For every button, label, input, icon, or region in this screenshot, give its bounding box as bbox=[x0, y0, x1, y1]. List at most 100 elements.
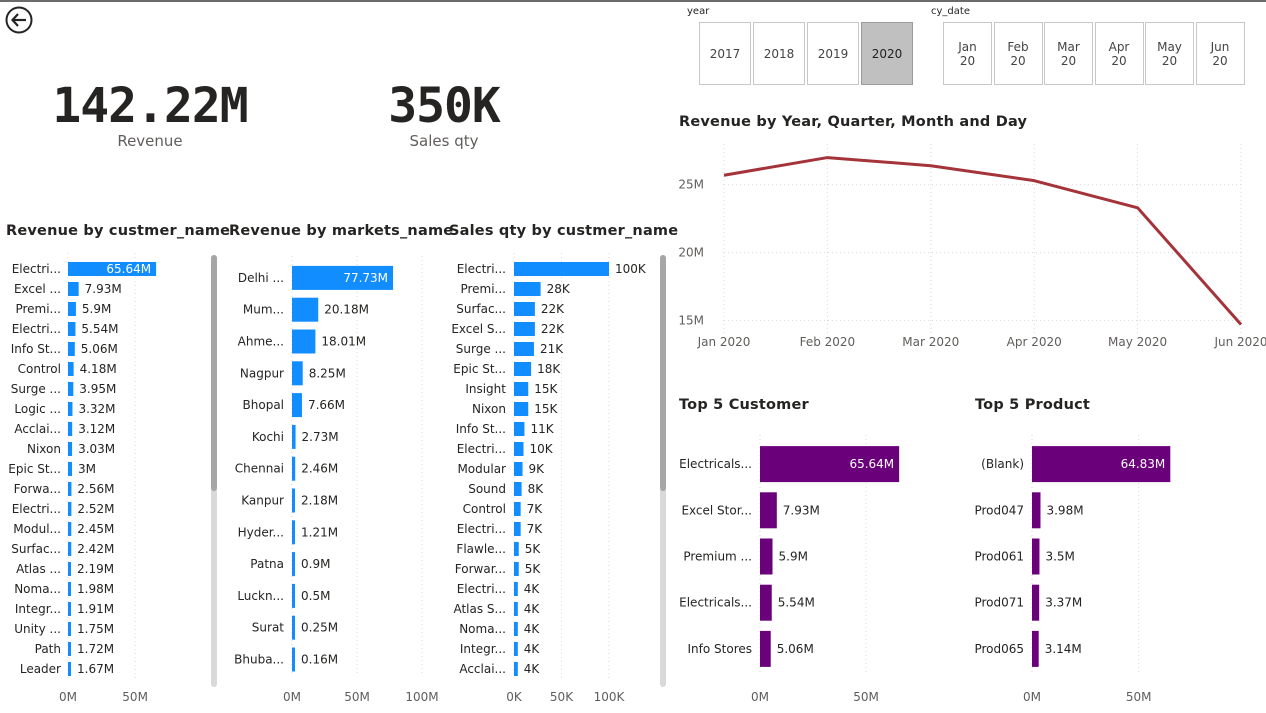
date-option-month: Jan bbox=[958, 39, 977, 54]
bar bbox=[292, 329, 316, 354]
bar bbox=[68, 362, 74, 376]
date-option-apr[interactable]: Apr 20 bbox=[1094, 22, 1144, 85]
sales-qty-by-customer-scroll-thumb[interactable] bbox=[660, 255, 666, 491]
bar bbox=[514, 502, 521, 516]
category-label: Integr... bbox=[15, 602, 61, 616]
bar bbox=[292, 488, 295, 513]
bar bbox=[514, 322, 535, 336]
y-tick-label: 20M bbox=[678, 246, 704, 260]
x-tick-label: Feb 2020 bbox=[800, 335, 856, 349]
kpi-sales-qty-card: 350K Sales qty bbox=[334, 78, 554, 168]
bar bbox=[68, 442, 73, 456]
date-option-year: 20 bbox=[959, 53, 976, 68]
x-tick-label: May 2020 bbox=[1108, 335, 1167, 349]
data-label: 5.06M bbox=[81, 342, 118, 356]
category-label: Noma... bbox=[14, 582, 61, 596]
data-label: 0.9M bbox=[301, 557, 330, 571]
data-label: 2.18M bbox=[301, 494, 338, 508]
year-option-2019[interactable]: 2019 bbox=[807, 22, 859, 85]
chart-title-top5-product: Top 5 Product bbox=[975, 397, 1091, 413]
category-label: Electri... bbox=[457, 522, 506, 536]
data-label: 2.19M bbox=[77, 562, 114, 576]
data-label: 22K bbox=[541, 322, 565, 336]
category-label: Surge ... bbox=[456, 342, 506, 356]
x-tick-label: 0K bbox=[506, 690, 523, 704]
data-label: 11K bbox=[530, 422, 554, 436]
bar bbox=[1032, 630, 1039, 667]
date-option-text: Jun 20 bbox=[1211, 40, 1230, 68]
chart-title-revenue-trend: Revenue by Year, Quarter, Month and Day bbox=[679, 114, 1028, 130]
category-label: Integr... bbox=[460, 642, 506, 656]
y-tick-label: 15M bbox=[678, 313, 704, 327]
category-label: Prod065 bbox=[974, 642, 1024, 656]
data-label: 15K bbox=[534, 382, 558, 396]
category-label: Delhi ... bbox=[238, 271, 284, 285]
bar bbox=[68, 282, 79, 296]
data-label: 2.46M bbox=[301, 462, 338, 476]
bar bbox=[760, 630, 771, 667]
category-label: (Blank) bbox=[981, 457, 1024, 471]
bar bbox=[68, 522, 72, 536]
bar bbox=[292, 361, 303, 386]
data-label: 1.91M bbox=[77, 602, 114, 616]
date-option-may[interactable]: May 20 bbox=[1145, 22, 1194, 85]
category-label: Patna bbox=[250, 557, 284, 571]
year-option-2020[interactable]: 2020 bbox=[861, 22, 913, 85]
category-label: Surge ... bbox=[11, 382, 61, 396]
data-label: 5.54M bbox=[778, 596, 815, 610]
x-tick-label: Jun 2020 bbox=[1213, 335, 1266, 349]
category-label: Electri... bbox=[12, 262, 61, 276]
date-option-year: 20 bbox=[1111, 53, 1127, 68]
category-label: Ahme... bbox=[238, 335, 284, 349]
category-label: Hyder... bbox=[238, 525, 284, 539]
category-label: Noma... bbox=[459, 622, 506, 636]
category-label: Kochi bbox=[252, 430, 284, 444]
date-option-year: 20 bbox=[1010, 53, 1026, 68]
data-label: 2.73M bbox=[302, 430, 339, 444]
data-label: 100K bbox=[615, 262, 647, 276]
data-label: 5K bbox=[525, 542, 542, 556]
bar bbox=[1032, 538, 1040, 575]
category-label: Electricals... bbox=[679, 596, 752, 610]
year-option-2017[interactable]: 2017 bbox=[699, 22, 751, 85]
date-option-month: May bbox=[1157, 39, 1182, 54]
bar bbox=[68, 562, 71, 576]
data-label: 18K bbox=[537, 362, 561, 376]
x-tick-label: 50M bbox=[1126, 690, 1152, 704]
bar bbox=[68, 422, 73, 436]
data-label: 3.32M bbox=[78, 402, 115, 416]
date-option-jan[interactable]: Jan 20 bbox=[943, 22, 992, 85]
x-tick-label: 0M bbox=[59, 690, 77, 704]
category-label: Bhopal bbox=[243, 398, 284, 412]
bar bbox=[292, 583, 295, 608]
back-button[interactable] bbox=[5, 6, 33, 34]
year-slicer: 2017 2018 2019 2020 bbox=[699, 22, 915, 85]
date-option-month: Apr bbox=[1108, 39, 1130, 54]
category-label: Unity ... bbox=[14, 622, 61, 636]
revenue-by-customer-chart: 0M 50M Electri... 65.64M Excel ... 7.93M Premi… bbox=[8, 253, 157, 704]
date-option-feb[interactable]: Feb 20 bbox=[993, 22, 1043, 85]
data-label: 21K bbox=[540, 342, 564, 356]
category-label: Electricals... bbox=[679, 457, 752, 471]
bar bbox=[514, 382, 529, 396]
data-label: 2.42M bbox=[77, 542, 114, 556]
data-label: 77.73M bbox=[343, 271, 388, 285]
revenue-by-market-chart: 0M 50M 100M Delhi ... 77.73M Mum... 20.18M Ahme… bbox=[234, 256, 439, 704]
bar bbox=[514, 402, 529, 416]
category-label: Modul... bbox=[13, 522, 61, 536]
data-label: 7.93M bbox=[783, 503, 820, 517]
revenue-by-customer-scroll-thumb[interactable] bbox=[211, 255, 217, 491]
date-option-jun[interactable]: Jun 20 bbox=[1195, 22, 1245, 85]
data-label: 5K bbox=[525, 562, 542, 576]
year-option-2018[interactable]: 2018 bbox=[753, 22, 805, 85]
category-label: Control bbox=[18, 362, 61, 376]
bar bbox=[68, 582, 71, 596]
bar bbox=[292, 297, 319, 322]
data-label: 5.06M bbox=[777, 642, 814, 656]
date-option-month: Jun bbox=[1210, 39, 1230, 54]
date-option-text: Jan 20 bbox=[958, 40, 977, 68]
date-option-mar[interactable]: Mar 20 bbox=[1044, 22, 1093, 85]
data-label: 10K bbox=[530, 442, 554, 456]
chart-title-revenue-by-market: Revenue by markets_name bbox=[229, 223, 454, 239]
category-label: Luckn... bbox=[237, 589, 284, 603]
